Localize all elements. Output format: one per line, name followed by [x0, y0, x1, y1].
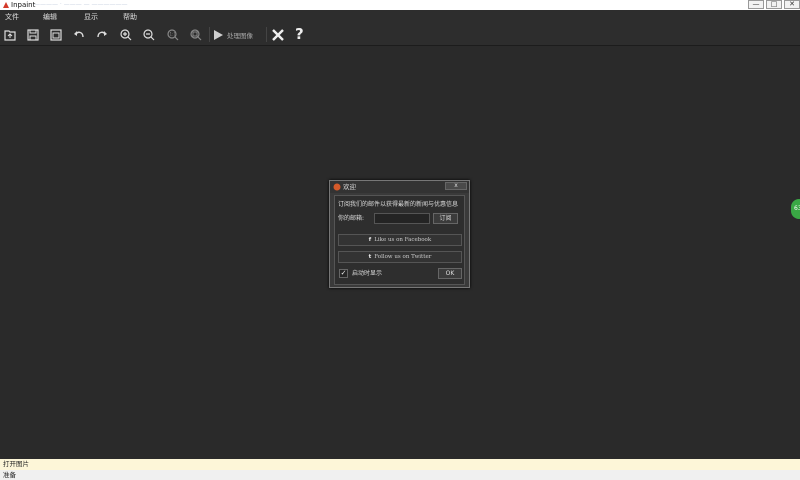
svg-text:1:1: 1:1 [170, 31, 177, 36]
show-on-startup-label: 启动时显示 [352, 270, 383, 277]
menu-help[interactable]: 帮助 [123, 10, 137, 24]
dialog-title: 欢迎 [343, 183, 356, 191]
menu-edit[interactable]: 编辑 [43, 10, 57, 24]
email-label: 你的邮箱: [338, 215, 365, 222]
subscribe-description: 订阅我们的邮件以获得最新的新闻与优惠信息 [338, 201, 459, 208]
maximize-button[interactable]: □ [766, 0, 782, 9]
redo-icon [97, 30, 107, 37]
dialog-app-icon [333, 183, 341, 191]
show-on-startup-checkbox[interactable]: ✓ [339, 269, 348, 278]
save-icon [27, 28, 39, 41]
toolbar-separator [266, 27, 267, 42]
zoom-in-icon [120, 28, 132, 40]
save-as-icon [50, 28, 62, 41]
zoom-fit-button[interactable] [187, 26, 205, 43]
window-controls: — □ ✕ [746, 0, 800, 10]
process-image-label: 处理图像 [227, 31, 253, 40]
zoom-out-button[interactable] [140, 26, 158, 43]
undo-button[interactable] [70, 26, 88, 43]
status-bar: 准备 [0, 470, 800, 480]
hint-bar: 打开图片 [0, 459, 800, 470]
dialog-close-button[interactable]: x [445, 182, 467, 190]
help-icon[interactable]: ? [295, 26, 304, 43]
menu-bar: 文件 编辑 显示 帮助 [0, 10, 800, 25]
title-bar: Inpaint ———— · ——— — —————— — □ ✕ [0, 0, 800, 10]
zoom-actual-icon: 1:1 [167, 28, 179, 40]
zoom-fit-icon [190, 28, 202, 40]
open-button[interactable] [1, 26, 19, 43]
process-image-button[interactable]: 处理图像 [212, 26, 264, 43]
twitter-label: Follow us on Twitter [374, 254, 432, 260]
open-icon [4, 29, 16, 41]
zoom-actual-button[interactable]: 1:1 [164, 26, 182, 43]
minimize-button[interactable]: — [748, 0, 764, 9]
close-window-button[interactable]: ✕ [784, 0, 800, 9]
app-title: Inpaint [11, 1, 36, 9]
facebook-icon: f [368, 237, 372, 243]
side-widget[interactable]: 63 [791, 199, 800, 219]
clear-selection-button[interactable] [269, 26, 287, 43]
save-as-button[interactable] [47, 26, 65, 43]
facebook-button[interactable]: f Like us on Facebook [338, 234, 462, 246]
welcome-dialog: 欢迎 x 订阅我们的邮件以获得最新的新闻与优惠信息 你的邮箱: 订阅 f Like… [329, 180, 470, 288]
menu-file[interactable]: 文件 [5, 10, 19, 24]
zoom-in-button[interactable] [117, 26, 135, 43]
email-input[interactable] [374, 213, 430, 224]
toolbar: 1:1 处理图像 ? [0, 24, 800, 46]
zoom-out-icon [143, 28, 155, 40]
close-x-icon [272, 28, 284, 41]
subscribe-button[interactable]: 订阅 [433, 213, 458, 224]
ok-button[interactable]: OK [438, 268, 462, 279]
save-button[interactable] [24, 26, 42, 43]
undo-icon [74, 30, 84, 37]
facebook-label: Like us on Facebook [374, 237, 432, 243]
twitter-icon: t [368, 254, 372, 260]
redo-button[interactable] [93, 26, 111, 43]
toolbar-separator [209, 27, 210, 42]
twitter-button[interactable]: t Follow us on Twitter [338, 251, 462, 263]
app-logo-icon [3, 2, 9, 8]
play-icon [214, 29, 223, 40]
menu-view[interactable]: 显示 [84, 10, 98, 24]
title-ghost-text: ———— · ——— — —————— [34, 1, 128, 8]
